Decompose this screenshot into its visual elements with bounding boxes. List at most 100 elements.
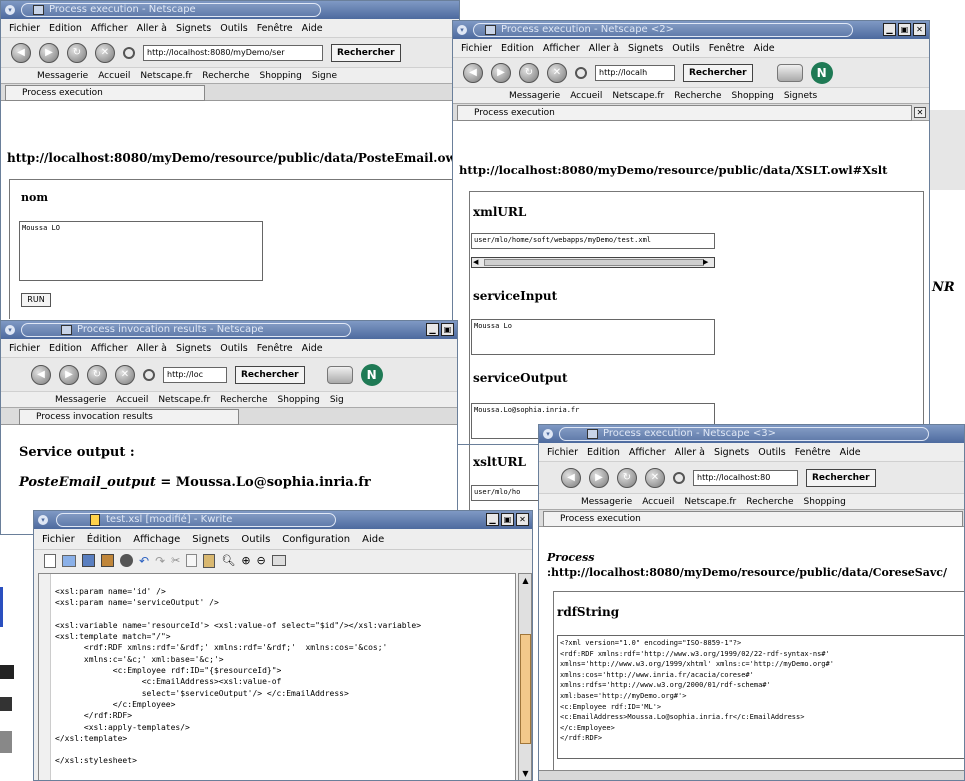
close-icon[interactable]: ✕: [913, 23, 926, 36]
menu-edition[interactable]: Edition: [587, 447, 620, 458]
scroll-down-icon[interactable]: ▼: [520, 769, 531, 779]
bookmark-shopping[interactable]: Shopping: [260, 71, 302, 81]
menu-afficher[interactable]: Afficher: [91, 343, 128, 354]
bookmark-netscape[interactable]: Netscape.fr: [140, 71, 192, 81]
title-bar[interactable]: ▾ Process execution - Netscape <2> ▁ ▣ ✕: [453, 21, 929, 39]
save-icon[interactable]: [82, 554, 95, 567]
back-icon[interactable]: ◀: [463, 62, 483, 83]
menu-fenetre[interactable]: Fenêtre: [795, 447, 831, 458]
search-button[interactable]: Rechercher: [806, 468, 876, 487]
window-menu-icon[interactable]: ▾: [457, 25, 467, 35]
menu-aide[interactable]: Aide: [754, 43, 775, 54]
reload-icon[interactable]: ↻: [519, 62, 539, 83]
maximize-icon[interactable]: ▣: [441, 323, 454, 336]
menu-fenetre[interactable]: Fenêtre: [257, 343, 293, 354]
title-bar[interactable]: ▾ Process invocation results - Netscape …: [1, 321, 457, 339]
bookmark-recherche[interactable]: Recherche: [674, 91, 721, 101]
zoom-in-icon[interactable]: ⊕: [241, 554, 250, 567]
scroll-left-icon[interactable]: ◀: [473, 258, 483, 267]
menu-afficher[interactable]: Afficher: [91, 23, 128, 34]
code-line[interactable]: </rdf:RDF>: [55, 710, 421, 721]
minimize-icon[interactable]: ▁: [426, 323, 439, 336]
menu-signets[interactable]: Signets: [192, 534, 229, 545]
scroll-thumb[interactable]: [520, 634, 531, 744]
search-button[interactable]: Rechercher: [331, 43, 401, 62]
close-file-icon[interactable]: [120, 554, 133, 567]
scroll-up-icon[interactable]: ▲: [520, 576, 531, 586]
menu-aller[interactable]: Aller à: [675, 447, 705, 458]
menu-signets[interactable]: Signets: [714, 447, 749, 458]
search-button[interactable]: Rechercher: [235, 365, 305, 384]
stop-icon[interactable]: ✕: [547, 62, 567, 83]
menu-aide[interactable]: Aide: [302, 23, 323, 34]
home-icon[interactable]: [123, 46, 135, 59]
code-line[interactable]: <c:EmailAddress><xsl:value-of: [55, 676, 421, 687]
rdfstring-textarea[interactable]: <?xml version="1.0" encoding="ISO-8859-1…: [557, 635, 964, 759]
menu-aller[interactable]: Aller à: [137, 23, 167, 34]
menu-fenetre[interactable]: Fenêtre: [257, 23, 293, 34]
code-line[interactable]: </c:Employee>: [55, 699, 421, 710]
maximize-icon[interactable]: ▣: [501, 513, 514, 526]
home-icon[interactable]: [143, 368, 155, 381]
scroll-right-icon[interactable]: ▶: [703, 258, 713, 267]
reload-icon[interactable]: ↻: [617, 467, 637, 488]
menu-signets[interactable]: Signets: [176, 343, 211, 354]
editor-area[interactable]: <xsl:param name='id' /> <xsl:param name='…: [38, 573, 516, 780]
menu-fichier[interactable]: Fichier: [461, 43, 492, 54]
copy-icon[interactable]: [186, 554, 198, 567]
bookmark-messagerie[interactable]: Messagerie: [509, 91, 560, 101]
home-icon[interactable]: [673, 471, 685, 484]
menu-fichier[interactable]: Fichier: [9, 343, 40, 354]
url-field[interactable]: http://loc: [163, 366, 227, 383]
code-content[interactable]: <xsl:param name='id' /> <xsl:param name='…: [55, 586, 421, 767]
code-line[interactable]: select='$serviceOutput'/> </c:EmailAddre…: [55, 688, 421, 699]
horizontal-scrollbar[interactable]: [539, 770, 964, 780]
window-menu-icon[interactable]: ▾: [38, 515, 48, 525]
menu-edition[interactable]: Édition: [87, 534, 122, 545]
paste-icon[interactable]: [203, 553, 216, 568]
bookmark-signets[interactable]: Sig: [330, 395, 344, 405]
bookmark-netscape[interactable]: Netscape.fr: [612, 91, 664, 101]
zoom-out-icon[interactable]: ⊖: [257, 554, 266, 567]
xslturl-field[interactable]: user/mlo/ho: [471, 485, 543, 501]
menu-outils[interactable]: Outils: [672, 43, 699, 54]
tab-invocation-results[interactable]: Process invocation results: [19, 409, 239, 425]
code-line[interactable]: </xsl:template>: [55, 733, 421, 744]
bookmark-recherche[interactable]: Recherche: [746, 497, 793, 507]
window-menu-icon[interactable]: ▾: [5, 325, 15, 335]
bookmark-messagerie[interactable]: Messagerie: [55, 395, 106, 405]
scroll-thumb[interactable]: [484, 259, 704, 266]
bookmark-messagerie[interactable]: Messagerie: [581, 497, 632, 507]
tab-close-icon[interactable]: ✕: [914, 107, 926, 118]
code-line[interactable]: <xsl:apply-templates/>: [55, 722, 421, 733]
title-bar[interactable]: ▾ Process execution - Netscape: [1, 1, 459, 19]
code-line[interactable]: <xsl:variable name='resourceId'> <xsl:va…: [55, 620, 421, 631]
minimize-icon[interactable]: ▁: [883, 23, 896, 36]
bookmark-netscape[interactable]: Netscape.fr: [684, 497, 736, 507]
menu-signets[interactable]: Signets: [628, 43, 663, 54]
menu-outils[interactable]: Outils: [241, 534, 270, 545]
find-icon[interactable]: 🔍︎: [221, 554, 235, 567]
code-line[interactable]: <rdf:RDF xmlns:rdf='&rdf;' xmlns:rdf='&r…: [55, 642, 421, 653]
print-icon[interactable]: [326, 365, 353, 384]
stop-icon[interactable]: ✕: [115, 364, 135, 385]
reload-icon[interactable]: ↻: [87, 364, 107, 385]
forward-icon[interactable]: ▶: [491, 62, 511, 83]
menu-outils[interactable]: Outils: [220, 343, 247, 354]
bookmark-signets[interactable]: Signe: [312, 71, 337, 81]
bookmark-recherche[interactable]: Recherche: [202, 71, 249, 81]
back-icon[interactable]: ◀: [11, 42, 31, 63]
reload-icon[interactable]: ↻: [67, 42, 87, 63]
url-field[interactable]: http://localh: [595, 64, 675, 81]
forward-icon[interactable]: ▶: [39, 42, 59, 63]
url-field[interactable]: http://localhost:80: [693, 469, 798, 486]
menu-aide[interactable]: Aide: [302, 343, 323, 354]
menu-edition[interactable]: Edition: [49, 343, 82, 354]
menu-fichier[interactable]: Fichier: [42, 534, 75, 545]
code-line[interactable]: </xsl:stylesheet>: [55, 755, 421, 766]
menu-aide[interactable]: Aide: [840, 447, 861, 458]
xmlurl-scrollbar[interactable]: ◀ ▶: [471, 257, 715, 268]
bookmark-signets[interactable]: Signets: [784, 91, 817, 101]
menu-configuration[interactable]: Configuration: [282, 534, 350, 545]
code-line[interactable]: <c:Employee rdf:ID="{$resourceId}">: [55, 665, 421, 676]
